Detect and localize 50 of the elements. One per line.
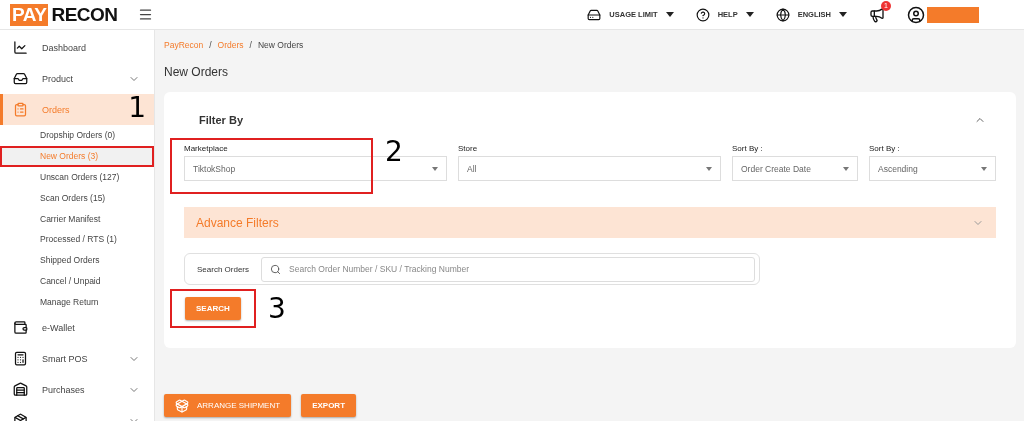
open-box-icon [175,398,189,413]
page-title: New Orders [164,65,229,79]
sidebar-subitem[interactable]: Shipped Orders [0,249,154,271]
select-label: Sort By : [732,144,764,153]
sidebar-subitem[interactable]: Unscan Orders (127) [0,166,154,188]
caret-icon [843,166,849,171]
caret-icon [981,166,987,171]
callout-number: 3 [268,295,286,323]
caret-icon [706,166,712,171]
clipboard-icon [13,102,28,117]
user-icon[interactable] [907,5,925,24]
caret-icon [432,166,438,171]
calculator-icon [13,351,28,367]
wallet-icon [13,320,28,336]
advance-filters-label: Advance Filters [196,215,279,230]
search-field[interactable]: Search Order Number / SKU / Tracking Number [261,256,755,282]
dropdown-select[interactable]: Order Create Date [732,156,858,181]
menu-icon[interactable] [138,7,153,22]
select-label: Store [458,144,479,153]
sidebar-item[interactable]: Dashboard [0,32,154,63]
sidebar-subitem[interactable]: Processed / RTS (1) [0,229,154,250]
megaphone-icon[interactable] [869,6,885,23]
callout-number: 1 [128,93,146,122]
warehouse-icon [13,382,28,398]
search-icon [270,263,282,275]
filter-title: Filter By [199,114,243,126]
drive-icon [587,7,602,22]
dropdown-select[interactable]: All [458,156,721,181]
sidebar-subitem[interactable]: Carrier Manifest [0,208,154,229]
select-label: Marketplace [184,144,229,153]
chart-icon [13,40,28,55]
sidebar-subitem[interactable]: Cancel / Unpaid [0,270,154,292]
select-label: Sort By : [869,144,901,153]
logo: PAY RECON [10,3,118,26]
dropdown-select[interactable]: Ascending [869,156,996,181]
help-icon [695,7,710,22]
search-label: Search Orders [197,264,250,274]
inbox-icon [13,71,28,86]
user-name-block [927,6,979,23]
breadcrumb-separator: / [249,40,252,50]
sidebar-subitem[interactable]: Dropship Orders (0) [0,125,154,146]
sidebar-item[interactable]: Purchases [0,374,154,406]
sidebar-item[interactable]: Product [0,63,154,94]
breadcrumb-current: New Orders [257,40,304,50]
sidebar-subitem[interactable]: Scan Orders (15) [0,187,154,209]
globe-icon [775,7,790,22]
sidebar-item[interactable]: Smart POS [0,343,154,375]
sidebar-subitem[interactable]: Manage Return [0,291,154,313]
sidebar-item[interactable]: e-Wallet [0,312,154,344]
breadcrumb-separator: / [209,40,212,50]
